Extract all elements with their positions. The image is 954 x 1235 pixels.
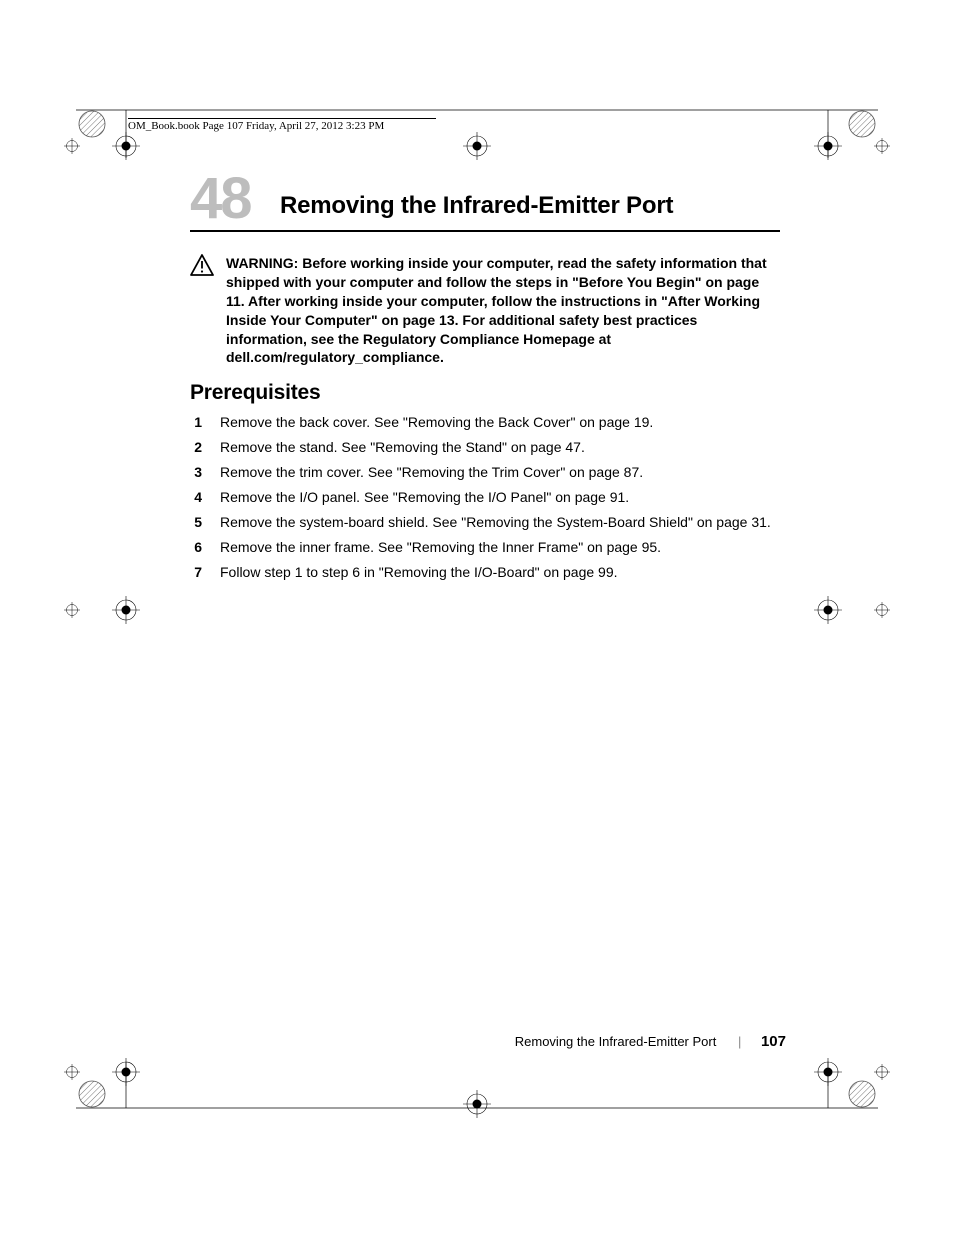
step-number: 2 <box>190 438 202 457</box>
section-heading: Prerequisites <box>190 381 780 405</box>
footer-separator: | <box>738 1034 741 1049</box>
warning-icon <box>190 254 214 367</box>
chapter-title: Removing the Infrared-Emitter Port <box>280 186 780 220</box>
warning-block: WARNING: Before working inside your comp… <box>190 254 780 367</box>
step-text: Remove the back cover. See "Removing the… <box>220 413 780 432</box>
step-number: 4 <box>190 488 202 507</box>
step-text: Follow step 1 to step 6 in "Removing the… <box>220 563 780 582</box>
page-number: 107 <box>761 1033 786 1050</box>
warning-body: Before working inside your computer, rea… <box>226 255 767 365</box>
step-number: 3 <box>190 463 202 482</box>
step-number: 6 <box>190 538 202 557</box>
list-item: 3 Remove the trim cover. See "Removing t… <box>190 463 780 482</box>
list-item: 7 Follow step 1 to step 6 in "Removing t… <box>190 563 780 582</box>
step-text: Remove the inner frame. See "Removing th… <box>220 538 780 557</box>
list-item: 5 Remove the system-board shield. See "R… <box>190 513 780 532</box>
list-item: 1 Remove the back cover. See "Removing t… <box>190 413 780 432</box>
warning-label: WARNING: <box>226 255 302 271</box>
warning-text: WARNING: Before working inside your comp… <box>226 254 780 367</box>
step-number: 5 <box>190 513 202 532</box>
page-footer: Removing the Infrared-Emitter Port | 107 <box>515 1033 786 1050</box>
chapter-header: 48 Removing the Infrared-Emitter Port <box>190 186 780 232</box>
list-item: 2 Remove the stand. See "Removing the St… <box>190 438 780 457</box>
step-text: Remove the system-board shield. See "Rem… <box>220 513 780 532</box>
step-text: Remove the stand. See "Removing the Stan… <box>220 438 780 457</box>
list-item: 6 Remove the inner frame. See "Removing … <box>190 538 780 557</box>
page-content: 48 Removing the Infrared-Emitter Port WA… <box>190 128 780 588</box>
chapter-number: 48 <box>190 170 251 228</box>
step-number: 7 <box>190 563 202 582</box>
list-item: 4 Remove the I/O panel. See "Removing th… <box>190 488 780 507</box>
steps-list: 1 Remove the back cover. See "Removing t… <box>190 413 780 581</box>
step-text: Remove the trim cover. See "Removing the… <box>220 463 780 482</box>
step-text: Remove the I/O panel. See "Removing the … <box>220 488 780 507</box>
step-number: 1 <box>190 413 202 432</box>
footer-chapter-title: Removing the Infrared-Emitter Port <box>515 1034 717 1049</box>
